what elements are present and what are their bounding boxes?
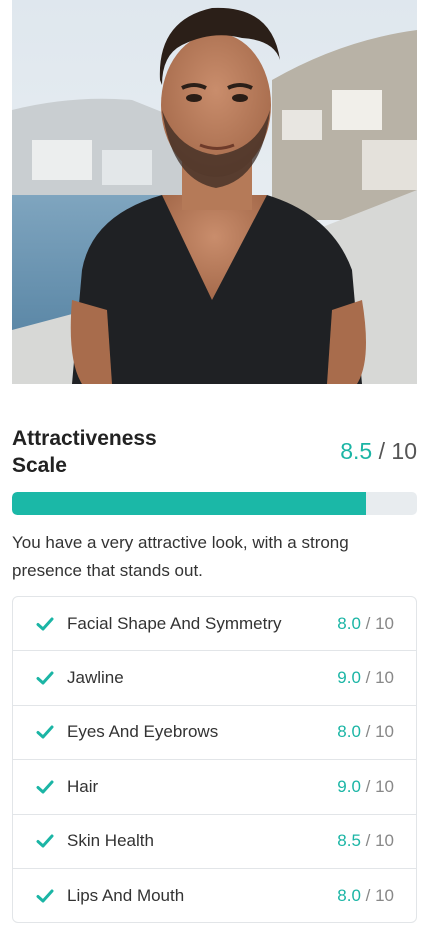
overall-score-max: / 10 bbox=[378, 438, 417, 464]
score-header: Attractiveness Scale 8.5 / 10 bbox=[12, 425, 417, 481]
criteria-list: Facial Shape And Symmetry 8.0 / 10 Jawline… bbox=[12, 596, 417, 923]
criteria-row: Eyes And Eyebrows 8.0 / 10 bbox=[13, 706, 416, 761]
criteria-label: Skin Health bbox=[67, 831, 154, 851]
criteria-score-max: / 10 bbox=[365, 886, 394, 906]
criteria-score-value: 8.0 bbox=[337, 613, 361, 633]
score-progress-bar bbox=[12, 492, 417, 515]
criteria-score-value: 8.0 bbox=[337, 722, 361, 742]
criteria-score-value: 9.0 bbox=[337, 668, 361, 688]
criteria-score-value: 8.5 bbox=[337, 831, 361, 851]
check-icon bbox=[36, 834, 54, 848]
criteria-score-value: 9.0 bbox=[337, 776, 361, 796]
overall-score-value: 8.5 bbox=[340, 438, 373, 464]
check-icon bbox=[36, 889, 54, 903]
criteria-score-max: / 10 bbox=[365, 722, 394, 742]
criteria-row: Jawline 9.0 / 10 bbox=[13, 651, 416, 706]
criteria-row: Facial Shape And Symmetry 8.0 / 10 bbox=[13, 597, 416, 652]
criteria-row: Skin Health 8.5 / 10 bbox=[13, 815, 416, 869]
criteria-score-max: / 10 bbox=[365, 776, 394, 796]
check-icon bbox=[36, 617, 54, 631]
criteria-label: Lips And Mouth bbox=[67, 886, 185, 906]
portrait-photo bbox=[12, 0, 417, 384]
criteria-score: 9.0 / 10 bbox=[337, 777, 394, 797]
criteria-label: Jawline bbox=[67, 668, 124, 688]
criteria-label: Eyes And Eyebrows bbox=[67, 722, 219, 742]
criteria-score: 8.0 / 10 bbox=[337, 614, 394, 634]
overall-score: 8.5 / 10 bbox=[340, 437, 417, 465]
criteria-label: Facial Shape And Symmetry bbox=[67, 613, 282, 633]
criteria-score-max: / 10 bbox=[365, 831, 394, 851]
criteria-score: 8.0 / 10 bbox=[337, 722, 394, 742]
criteria-label: Hair bbox=[67, 776, 99, 796]
criteria-score-max: / 10 bbox=[365, 613, 394, 633]
score-description: You have a very attractive look, with a … bbox=[12, 533, 349, 580]
criteria-score: 8.0 / 10 bbox=[337, 886, 394, 906]
criteria-score-max: / 10 bbox=[365, 668, 394, 688]
criteria-score: 8.5 / 10 bbox=[337, 831, 394, 851]
criteria-score-value: 8.0 bbox=[337, 886, 361, 906]
criteria-row: Hair 9.0 / 10 bbox=[13, 760, 416, 815]
score-title: Attractiveness Scale bbox=[12, 427, 157, 477]
criteria-row: Lips And Mouth 8.0 / 10 bbox=[13, 869, 416, 922]
score-progress-fill bbox=[12, 492, 367, 515]
check-icon bbox=[36, 671, 54, 685]
criteria-score: 9.0 / 10 bbox=[337, 668, 394, 688]
portrait-image bbox=[12, 0, 417, 384]
check-icon bbox=[36, 780, 54, 794]
check-icon bbox=[36, 725, 54, 739]
